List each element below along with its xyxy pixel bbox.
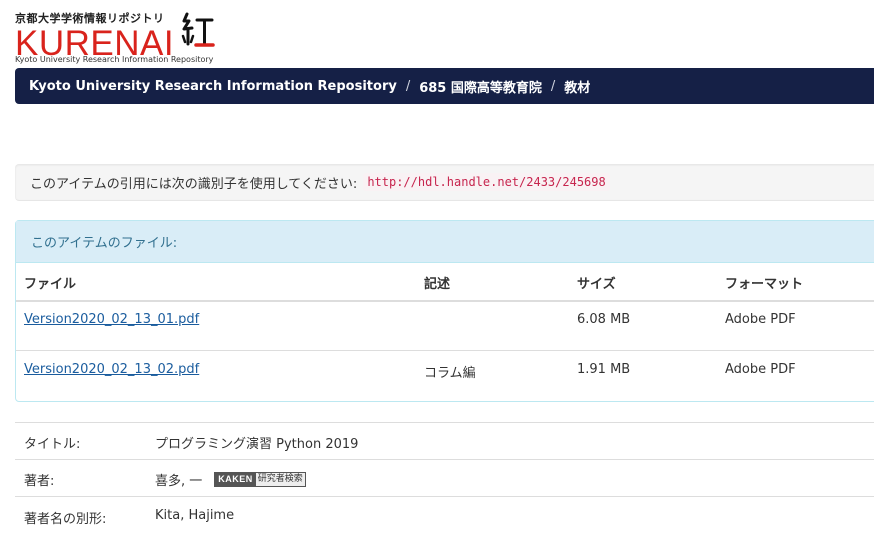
table-row: Version2020_02_13_01.pdf 6.08 MB Adobe P… — [16, 302, 874, 351]
author-name: 喜多, 一 — [155, 474, 203, 489]
metadata-value: プログラミング演習 Python 2019 — [155, 437, 359, 452]
kaken-badge-label: KAKEN — [215, 473, 256, 486]
breadcrumb-separator: / — [550, 78, 556, 94]
logo-kanji-mark — [181, 12, 215, 47]
table-row: Version2020_02_13_02.pdf コラム編 1.91 MB Ad… — [16, 351, 874, 401]
metadata-key: 著者名の別形: — [24, 512, 107, 527]
logo-subtitle: Kyoto University Research Information Re… — [15, 55, 214, 64]
column-header-description: 記述 — [424, 277, 451, 292]
metadata-key: タイトル: — [24, 437, 81, 452]
metadata-row-title: タイトル: プログラミング演習 Python 2019 — [15, 422, 874, 460]
metadata-row-alternative-name: 著者名の別形: Kita, Hajime — [15, 496, 874, 537]
file-format: Adobe PDF — [725, 362, 796, 377]
kaken-badge-action: 研究者検索 — [255, 473, 305, 486]
metadata-row-author: 著者: 喜多, 一 KAKEN 研究者検索 — [15, 459, 874, 497]
column-header-size: サイズ — [577, 277, 616, 292]
breadcrumb-item-repository[interactable]: Kyoto University Research Information Re… — [29, 79, 397, 94]
breadcrumb-item-institute[interactable]: 685 国際高等教育院 — [419, 77, 542, 96]
kaken-researcher-search-button[interactable]: KAKEN 研究者検索 — [214, 472, 306, 487]
files-table-header: ファイル 記述 サイズ フォーマット — [16, 263, 874, 302]
file-size: 6.08 MB — [577, 312, 631, 327]
file-description: コラム編 — [424, 366, 476, 381]
file-link[interactable]: Version2020_02_13_01.pdf — [24, 312, 199, 327]
files-panel: このアイテムのファイル: ファイル 記述 サイズ フォーマット Version2… — [15, 220, 874, 402]
metadata-key: 著者: — [24, 474, 55, 489]
metadata-value-container: 喜多, 一 KAKEN 研究者検索 — [155, 470, 306, 489]
files-panel-title: このアイテムのファイル: — [16, 221, 874, 263]
file-link[interactable]: Version2020_02_13_02.pdf — [24, 362, 199, 377]
site-logo[interactable]: 京都大学学術情報リポジトリ KURENAI Kyoto University R… — [15, 10, 215, 68]
column-header-file: ファイル — [24, 277, 77, 292]
file-format: Adobe PDF — [725, 312, 796, 327]
breadcrumb: Kyoto University Research Information Re… — [15, 68, 874, 104]
breadcrumb-item-current: 教材 — [564, 80, 591, 96]
metadata-value: Kita, Hajime — [155, 508, 235, 523]
citation-well: このアイテムの引用には次の識別子を使用してください: http://hdl.ha… — [15, 164, 874, 201]
citation-handle: http://hdl.handle.net/2433/245698 — [363, 173, 610, 191]
column-header-format: フォーマット — [725, 277, 804, 292]
citation-label: このアイテムの引用には次の識別子を使用してください: — [30, 176, 358, 192]
breadcrumb-separator: / — [405, 78, 411, 94]
file-size: 1.91 MB — [577, 362, 631, 377]
